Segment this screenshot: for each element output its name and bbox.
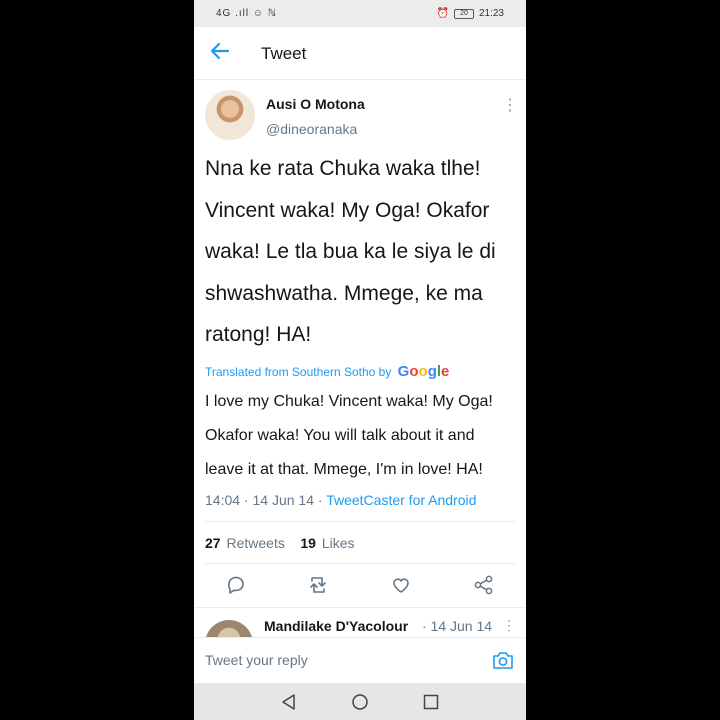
tweet-date: 14 Jun 14 [252, 492, 315, 508]
comment-icon[interactable] [221, 570, 251, 600]
author-name[interactable]: Ausi O Motona [266, 96, 365, 112]
reply-compose-bar: Tweet your reply [194, 637, 526, 684]
author-handle[interactable]: @dineoranaka [266, 121, 357, 137]
share-icon[interactable] [469, 570, 499, 600]
reply-input[interactable]: Tweet your reply [205, 652, 308, 668]
tweet-stats: 27 Retweets 19 Likes [205, 535, 355, 551]
retweets-label: Retweets [226, 535, 285, 551]
tweet-meta: 14:04 · 14 Jun 14 · TweetCaster for Andr… [205, 492, 477, 508]
battery-icon: 20 [453, 8, 474, 19]
phone-screen: 4G .ıll ☺ ℕ ⏰ 20 21:23 Tweet Ausi O Moto… [194, 0, 526, 720]
circle-home-icon[interactable] [351, 693, 369, 711]
translated-text: I love my Chuka! Vincent waka! My Oga! O… [205, 393, 493, 478]
retweets-count: 27 [205, 535, 221, 551]
tweet-time: 14:04 [205, 492, 241, 508]
page-title: Tweet [261, 44, 307, 63]
likes-count: 19 [300, 535, 316, 551]
divider [205, 521, 515, 522]
likes-stat[interactable]: 19 Likes [300, 535, 354, 551]
retweet-icon[interactable] [303, 570, 333, 600]
reply-avatar[interactable] [205, 620, 253, 638]
square-recent-icon[interactable] [422, 693, 440, 711]
reply-author-name[interactable]: Mandilake D'Yacolour [264, 618, 408, 634]
reply-preview[interactable]: Mandilake D'Yacolour · 14 Jun 14 ⋮ [194, 607, 526, 638]
translated-from-label: Translated from Southern Sotho by [205, 365, 392, 379]
top-app-bar: Tweet [194, 27, 526, 80]
google-logo: Google [397, 363, 450, 380]
alarm-icon: ⏰ [436, 8, 449, 19]
heart-icon[interactable] [386, 570, 416, 600]
tweet-text: Nna ke rata Chuka waka tlhe! Vincent wak… [205, 157, 496, 346]
status-left-icons: 4G .ıll ☺ ℕ [216, 8, 277, 19]
android-nav-bar [194, 683, 526, 720]
tweet-client-link[interactable]: TweetCaster for Android [326, 492, 476, 508]
reply-date: · 14 Jun 14 [422, 618, 493, 634]
status-bar: 4G .ıll ☺ ℕ ⏰ 20 21:23 [194, 0, 526, 27]
divider [205, 563, 515, 564]
camera-icon[interactable] [492, 650, 514, 670]
status-right: ⏰ 20 21:23 [437, 8, 504, 19]
translation-attribution: Translated from Southern Sotho by Google [205, 363, 449, 380]
arrow-left-icon[interactable] [208, 39, 232, 63]
more-vertical-icon[interactable]: ⋮ [502, 617, 516, 634]
triangle-back-icon[interactable] [280, 693, 298, 711]
status-time: 21:23 [478, 8, 504, 19]
more-vertical-icon[interactable]: ⋮ [502, 98, 518, 114]
author-avatar[interactable] [205, 90, 255, 140]
tweet-actions [194, 570, 526, 600]
likes-label: Likes [321, 535, 355, 551]
retweets-stat[interactable]: 27 Retweets [205, 535, 285, 551]
